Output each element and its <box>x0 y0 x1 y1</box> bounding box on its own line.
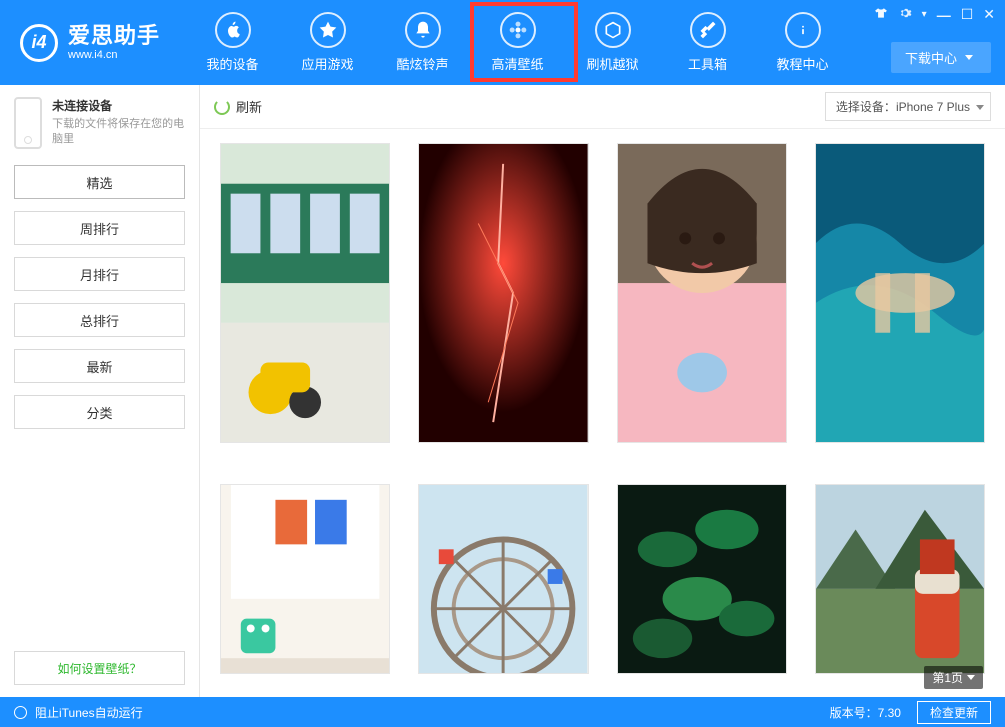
nav-jailbreak[interactable]: 刷机越狱 <box>565 4 660 81</box>
main-nav: 我的设备 应用游戏 酷炫铃声 高清壁纸 刷机越狱 工具箱 教程中心 <box>185 4 850 81</box>
app-url: www.i4.cn <box>68 49 160 61</box>
wallpaper-thumb[interactable] <box>815 484 985 674</box>
wallpaper-thumb[interactable] <box>220 484 390 674</box>
tshirt-icon[interactable] <box>874 6 888 23</box>
minimize-button[interactable]: — <box>937 7 951 23</box>
flower-icon <box>500 12 536 48</box>
sidebar-item-category[interactable]: 分类 <box>14 395 185 429</box>
help-link[interactable]: 如何设置壁纸？ <box>14 651 185 685</box>
refresh-icon <box>214 99 230 115</box>
sidebar-item-featured[interactable]: 精选 <box>14 165 185 199</box>
sidebar: 未连接设备 下载的文件将保存在您的电脑里 精选 周排行 月排行 总排行 最新 分… <box>0 85 200 697</box>
app-title: 爱思助手 <box>68 24 160 48</box>
nav-my-device[interactable]: 我的设备 <box>185 4 280 81</box>
gear-icon[interactable] <box>898 6 912 23</box>
status-bar: 阻止iTunes自动运行 版本号：7.30 检查更新 <box>0 697 1005 727</box>
apple-icon <box>215 12 251 48</box>
block-itunes-toggle[interactable]: 阻止iTunes自动运行 <box>14 704 143 721</box>
wallpaper-thumb[interactable] <box>617 143 787 443</box>
sidebar-item-monthly[interactable]: 月排行 <box>14 257 185 291</box>
device-select[interactable]: 选择设备：iPhone 7 Plus <box>825 92 991 121</box>
window-controls: ▾ — ☐ ✕ <box>874 6 995 23</box>
logo-badge: i4 <box>20 24 58 62</box>
tools-icon <box>690 12 726 48</box>
sidebar-item-latest[interactable]: 最新 <box>14 349 185 383</box>
page-indicator[interactable]: 第1页 <box>924 666 983 689</box>
wallpaper-thumb[interactable] <box>418 484 588 674</box>
download-center-button[interactable]: 下载中心 <box>891 42 991 73</box>
wallpaper-thumb[interactable] <box>815 143 985 443</box>
check-update-button[interactable]: 检查更新 <box>917 701 991 724</box>
logo: i4 爱思助手 www.i4.cn <box>20 24 160 62</box>
box-icon <box>595 12 631 48</box>
chevron-down-icon[interactable]: ▾ <box>922 9 927 20</box>
wallpaper-thumb[interactable] <box>220 143 390 443</box>
wallpaper-thumb[interactable] <box>617 484 787 674</box>
close-button[interactable]: ✕ <box>983 6 995 23</box>
device-status: 未连接设备 下载的文件将保存在您的电脑里 <box>14 97 185 149</box>
appstore-icon <box>310 12 346 48</box>
sidebar-item-overall[interactable]: 总排行 <box>14 303 185 337</box>
checkbox-icon <box>14 706 27 719</box>
nav-tutorials[interactable]: 教程中心 <box>755 4 850 81</box>
toolbar: 刷新 选择设备：iPhone 7 Plus <box>200 85 1005 129</box>
nav-tools[interactable]: 工具箱 <box>660 4 755 81</box>
phone-icon <box>14 97 42 149</box>
maximize-button[interactable]: ☐ <box>961 6 974 23</box>
app-header: i4 爱思助手 www.i4.cn 我的设备 应用游戏 酷炫铃声 高清壁纸 刷机… <box>0 0 1005 85</box>
wallpaper-grid: 第1页 <box>200 129 1005 697</box>
version-label: 版本号：7.30 <box>830 704 901 721</box>
info-icon <box>785 12 821 48</box>
bell-icon <box>405 12 441 48</box>
refresh-button[interactable]: 刷新 <box>214 97 262 116</box>
wallpaper-thumb[interactable] <box>418 143 588 443</box>
nav-apps[interactable]: 应用游戏 <box>280 4 375 81</box>
sidebar-item-weekly[interactable]: 周排行 <box>14 211 185 245</box>
nav-ringtones[interactable]: 酷炫铃声 <box>375 4 470 81</box>
nav-wallpapers[interactable]: 高清壁纸 <box>470 4 565 81</box>
